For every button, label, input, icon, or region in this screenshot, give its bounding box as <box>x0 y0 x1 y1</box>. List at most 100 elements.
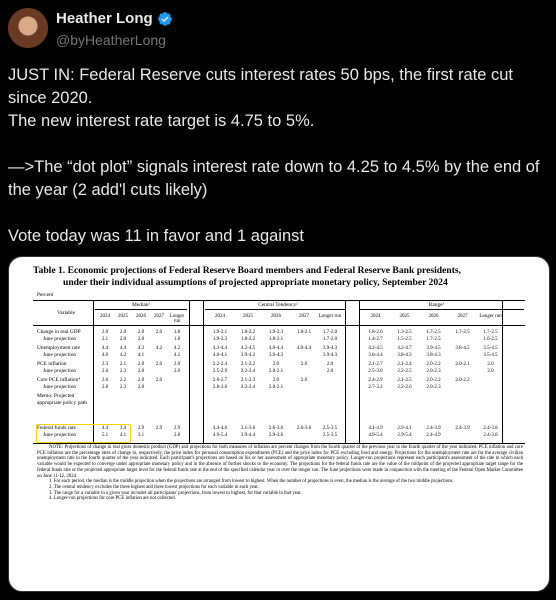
table-cell: 2.8-3.0 <box>212 384 228 390</box>
table-cell: 4.0-4.4 <box>268 345 284 351</box>
table-cell: 2.5-3.5 <box>322 425 338 431</box>
year-header: 2024 <box>215 314 225 319</box>
table-cell: 2.6-3.6 <box>296 425 312 431</box>
table-cell: 4.2-4.5 <box>240 345 256 351</box>
row-label: June projection <box>43 368 77 374</box>
table-cell: 4.9-5.4 <box>212 432 228 438</box>
table-cell: 2.0 <box>155 329 163 335</box>
table-cell: 1.7-2.5 <box>426 329 441 335</box>
table-cell: 3.1-3.6 <box>240 425 256 431</box>
table-cell: 2.4-3.8 <box>483 432 498 438</box>
table-cell: 2.5-3.5 <box>322 432 338 438</box>
table-cell: 2.9-5.4 <box>397 432 412 438</box>
table-cell: 1.3-2.5 <box>397 329 412 335</box>
table-cell: 4.0 <box>101 352 109 358</box>
table-cell: 2.0 <box>155 377 163 383</box>
table-cell: 4.9-5.4 <box>368 432 383 438</box>
table-cell: 2.0 <box>300 377 308 383</box>
table-cell: 1.8 <box>173 329 181 335</box>
year-header: 2024 <box>100 314 110 319</box>
table-cell: 1.9-2.3 <box>268 329 284 335</box>
table-cell: 4.2-4.7 <box>397 345 412 351</box>
table-cell: 2.1 <box>119 361 127 367</box>
table-cell: 1.7-2.5 <box>455 329 470 335</box>
table-cell: 4.2 <box>119 352 127 358</box>
variable-header: Variable <box>57 310 75 316</box>
table-cell: 2.0 <box>137 361 145 367</box>
unit-label: Percent <box>37 292 54 298</box>
table-cell: 4.1-4.9 <box>368 425 383 431</box>
table-cell: 2.0 <box>101 329 109 335</box>
profile-avatar[interactable] <box>8 8 48 48</box>
divider <box>203 301 204 443</box>
table-cell: 2.0-2.3 <box>426 368 441 374</box>
tweet-paragraph: —>The “dot plot” signals interest rate d… <box>8 158 540 199</box>
table-cell: 1.8-2.2 <box>240 329 256 335</box>
table-cell: 2.7-3.2 <box>368 384 383 390</box>
table-cell: 3.9-4.4 <box>240 432 256 438</box>
table-cell: 3.8-4.3 <box>426 352 441 358</box>
rule-header-bottom <box>33 325 525 326</box>
rule-bottom <box>33 443 525 444</box>
table-cell: 4.2 <box>173 352 181 358</box>
table-cell: 1.6-2.5 <box>483 336 498 342</box>
table-cell: 4.4 <box>101 345 109 351</box>
table-cell: 4.3 <box>137 345 145 351</box>
table-cell: 4.2 <box>173 345 181 351</box>
rule-top <box>33 300 525 301</box>
table-cell: 1.9-2.3 <box>212 336 228 342</box>
table-cell: 2.8 <box>101 384 109 390</box>
table-cell: 2.0 <box>173 361 181 367</box>
table-cell: 2.5-2.9 <box>212 368 228 374</box>
table-cell: 1.8-2.1 <box>296 329 312 335</box>
table-cell: 1.8-2.2 <box>240 336 256 342</box>
verified-badge-icon <box>157 11 172 26</box>
note-paragraph: 4. Longer-run projections for core PCE i… <box>49 496 176 502</box>
attached-image[interactable]: Table 1. Economic projections of Federal… <box>8 256 550 592</box>
table-cell: 4.4-4.6 <box>212 425 228 431</box>
author-name[interactable]: Heather Long <box>56 10 153 27</box>
projection-table-document: Table 1. Economic projections of Federal… <box>9 257 549 591</box>
table-cell: 2.0-2.2 <box>455 377 470 383</box>
table-cell: 2.0 <box>487 368 494 374</box>
table-cell: 3.8-4.3 <box>397 352 412 358</box>
table-cell: 2.0 <box>137 336 145 342</box>
table-cell: 2.0 <box>326 361 334 367</box>
table-cell: 2.0 <box>155 361 163 367</box>
table-cell: 2.2-2.6 <box>397 384 412 390</box>
divider <box>359 301 360 443</box>
year-header: 2026 <box>271 314 281 319</box>
table-cell: 2.0 <box>137 329 145 335</box>
tweet-paragraph: Vote today was 11 in favor and 1 against <box>8 227 304 245</box>
table-cell: 4.1 <box>137 352 145 358</box>
table-cell: 2.4-3.8 <box>483 425 498 431</box>
author-handle[interactable]: @byHeatherLong <box>56 32 166 48</box>
table-cell: 2.2-2.5 <box>397 368 412 374</box>
year-header: Longer run <box>479 314 502 319</box>
table-cell: 2.8 <box>173 432 181 438</box>
table-cell: 2.6 <box>101 368 109 374</box>
tweet-paragraph: The new interest rate target is 4.75 to … <box>8 112 315 130</box>
table-cell: 2.2 <box>119 377 127 383</box>
table-title-line1: Table 1. Economic projections of Federal… <box>33 265 462 276</box>
year-header: 2024 <box>370 314 381 319</box>
table-cell: 2.5-3.0 <box>368 368 383 374</box>
table-cell: 2.0 <box>300 361 308 367</box>
table-cell: 2.0-2.1 <box>455 361 470 367</box>
table-cell: 2.9 <box>155 425 163 431</box>
table-cell: 1.5-2.5 <box>397 336 412 342</box>
year-header: 2027 <box>154 314 164 319</box>
table-cell: 3.9-4.3 <box>322 352 338 358</box>
divider <box>189 301 190 443</box>
row-label: Core PCE inflation⁴ <box>37 377 81 383</box>
table-cell: 2.0 <box>137 384 145 390</box>
table-cell: 2.3 <box>119 384 127 390</box>
table-cell: 2.9-3.6 <box>268 432 284 438</box>
table-title: Table 1. Economic projections of Federal… <box>33 265 533 289</box>
table-cell: 3.9-4.5 <box>426 345 441 351</box>
table-cell: 1.8 <box>173 336 181 342</box>
row-label: Unemployment rate <box>37 345 80 351</box>
table-cell: 2.0-2.1 <box>268 384 284 390</box>
